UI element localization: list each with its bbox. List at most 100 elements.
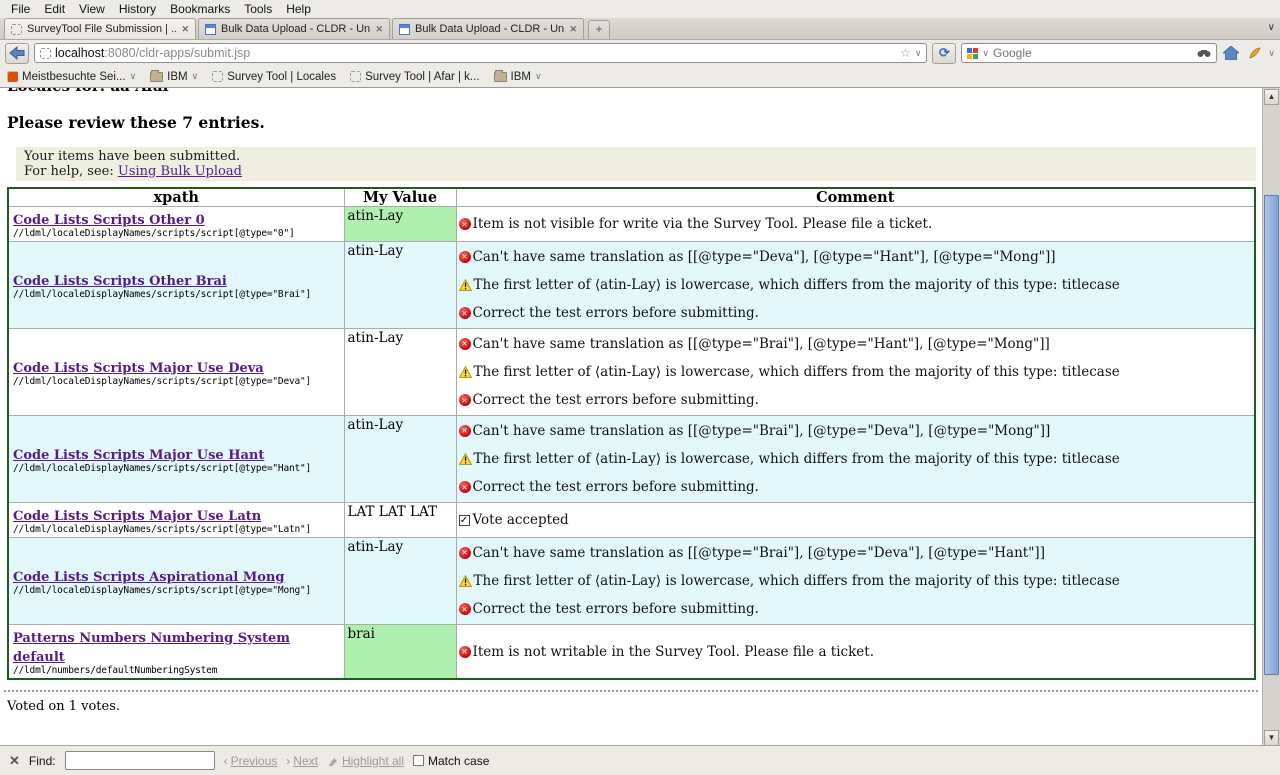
comment-text: Can't have same translation as [[@type="… [473,336,1050,352]
xpath-link[interactable]: Code Lists Scripts Other Brai [13,274,227,289]
page-content: Locales for: aa Afar Please review these… [0,88,1262,745]
reload-button[interactable]: ⟳ [932,43,956,64]
folder-icon [494,72,507,82]
warning-icon [459,279,472,291]
comment-line: The first letter of ⟨atin-Lay⟩ is lowerc… [459,277,1253,293]
find-input[interactable] [65,751,215,770]
bookmark-folder-ibm-2[interactable]: IBM ∨ [494,71,542,83]
using-bulk-upload-link[interactable]: Using Bulk Upload [118,164,242,179]
xpath-link[interactable]: Code Lists Scripts Major Use Latn [13,509,261,524]
bookmark-folder-ibm-1[interactable]: IBM ∨ [150,71,198,83]
find-close-icon[interactable]: ✕ [9,753,20,769]
find-previous-button[interactable]: ‹ Previous [224,754,278,768]
comment-line: The first letter of ⟨atin-Lay⟩ is lowerc… [459,364,1253,380]
comment-line: ✕Can't have same translation as [[@type=… [459,336,1253,352]
comment-text: Correct the test errors before submittin… [473,601,759,617]
bookmark-survey-tool-afar[interactable]: Survey Tool | Afar | k... [350,71,479,83]
dotted-divider [4,690,1258,692]
comment-cell: ✓Vote accepted [459,512,1253,528]
xpath-link[interactable]: Code Lists Scripts Other 0 [13,213,205,228]
comment-text: The first letter of ⟨atin-Lay⟩ is lowerc… [474,277,1120,293]
bookmark-most-visited[interactable]: Meistbesuchte Sei... ∨ [7,71,136,83]
binoculars-icon [1197,48,1211,58]
my-value-cell: brai [344,625,456,680]
comment-line: The first letter of ⟨atin-Lay⟩ is lowerc… [459,451,1253,467]
chevron-down-icon: ∨ [535,71,542,82]
vote-accepted-checkbox[interactable]: ✓ [459,515,470,526]
comment-cell: ✕Can't have same translation as [[@type=… [459,330,1253,415]
scroll-up-icon[interactable]: ▲ [1264,89,1279,105]
comment-text: Correct the test errors before submittin… [473,392,759,408]
home-button[interactable] [1222,46,1240,60]
highlight-all-button[interactable]: Highlight all [327,754,404,768]
warning-icon [459,453,472,465]
xpath-link[interactable]: Code Lists Scripts Aspirational Mong [13,570,284,585]
back-arrow-icon [9,46,25,60]
error-icon: ✕ [459,481,471,493]
menu-history[interactable]: History [112,1,163,17]
tab-title: Bulk Data Upload - CLDR - Un... [221,23,370,35]
url-bar[interactable]: localhost:8080/cldr-apps/submit.jsp ☆ ∨ [34,43,927,63]
tab-bulk-data-upload-2[interactable]: Bulk Data Upload - CLDR - Un... ✕ [392,18,584,39]
new-tab-button[interactable]: + [588,20,610,39]
document-favicon-icon [205,24,216,35]
placeholder-favicon-icon [212,71,223,82]
scroll-down-icon[interactable]: ▼ [1264,730,1279,746]
back-button[interactable] [5,43,29,64]
search-input[interactable] [993,46,1193,60]
match-case-option[interactable]: Match case [413,754,489,768]
bookmark-survey-tool-locales[interactable]: Survey Tool | Locales [212,71,336,83]
comment-text: Correct the test errors before submittin… [473,479,759,495]
comment-cell: ✕Can't have same translation as [[@type=… [459,243,1253,328]
comment-line: ✕Can't have same translation as [[@type=… [459,545,1253,561]
grid-icon [7,71,18,82]
xpath-string: //ldml/localeDisplayNames/scripts/script… [13,463,340,474]
tab-close-icon[interactable]: ✕ [569,24,577,35]
scrollbar-thumb[interactable] [1264,195,1279,675]
vertical-scrollbar[interactable]: ▲ ▼ [1262,88,1280,747]
menu-view[interactable]: View [72,1,112,17]
menu-help[interactable]: Help [279,1,318,17]
my-value-cell: atin-Lay [344,538,456,625]
folder-icon [150,72,163,82]
my-value-cell: LAT LAT LAT [344,503,456,538]
comment-text: The first letter of ⟨atin-Lay⟩ is lowerc… [474,364,1120,380]
match-case-checkbox[interactable] [413,755,424,766]
tab-surveytool-file-submission[interactable]: SurveyTool File Submission | ... ✕ [4,18,196,39]
menu-bookmarks[interactable]: Bookmarks [163,1,237,17]
comment-line: ✕Correct the test errors before submitti… [459,601,1253,617]
table-row: Code Lists Scripts Other 0//ldml/localeD… [8,207,1255,242]
xpath-link[interactable]: Code Lists Scripts Major Use Hant [13,448,264,463]
toolbar-overflow-icon[interactable]: ∨ [1268,48,1275,59]
comment-text: Item is not writable in the Survey Tool.… [473,644,874,660]
tab-close-icon[interactable]: ✕ [375,24,383,35]
menu-tools[interactable]: Tools [237,1,279,17]
comment-text: Vote accepted [473,512,569,528]
xpath-link[interactable]: Patterns Numbers Numbering System defaul… [13,631,290,665]
tab-close-icon[interactable]: ✕ [181,24,189,35]
xpath-string: //ldml/localeDisplayNames/scripts/script… [13,585,340,596]
comment-line: ✕Can't have same translation as [[@type=… [459,423,1253,439]
comment-text: Can't have same translation as [[@type="… [473,423,1051,439]
comment-text: The first letter of ⟨atin-Lay⟩ is lowerc… [474,573,1120,589]
bookmark-label: Meistbesuchte Sei... [22,71,126,83]
tab-bulk-data-upload-1[interactable]: Bulk Data Upload - CLDR - Un... ✕ [198,18,390,39]
table-row: Patterns Numbers Numbering System defaul… [8,625,1255,680]
clipped-heading: Locales for: aa Afar [7,88,1262,94]
url-dropdown-icon[interactable]: ∨ [915,48,922,59]
search-bar[interactable]: ∨ [961,43,1217,63]
search-engine-dropdown-icon[interactable]: ∨ [982,48,989,59]
find-next-button[interactable]: › Next [286,754,318,768]
bookmark-star-icon[interactable]: ☆ [900,46,911,60]
comment-text: Can't have same translation as [[@type="… [473,249,1056,265]
xpath-link[interactable]: Code Lists Scripts Major Use Deva [13,361,264,376]
column-header-my-value: My Value [344,188,456,207]
comment-text: Correct the test errors before submittin… [473,305,759,321]
feed-quill-button[interactable] [1245,47,1263,60]
placeholder-favicon-icon [11,24,22,35]
menu-edit[interactable]: Edit [37,1,72,17]
document-favicon-icon [399,24,410,35]
comment-text: The first letter of ⟨atin-Lay⟩ is lowerc… [474,451,1120,467]
list-all-tabs-icon[interactable]: ∨ [1268,22,1275,33]
menu-file[interactable]: File [4,1,37,17]
